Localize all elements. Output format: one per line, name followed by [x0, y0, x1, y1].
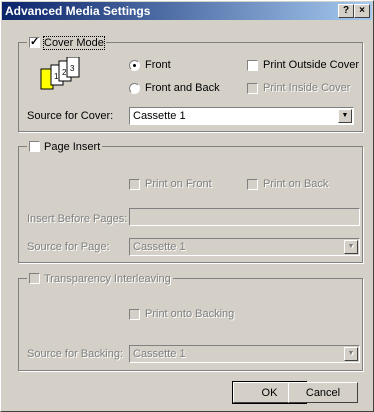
- source-for-backing-value: Cassette 1: [133, 348, 186, 360]
- page-number-3: 3: [70, 64, 75, 73]
- source-for-cover-select[interactable]: Cassette 1 ▼: [129, 107, 354, 125]
- print-on-back-checkbox[interactable]: Print on Back: [247, 177, 328, 191]
- source-for-cover-label: Source for Cover:: [27, 110, 114, 122]
- page-insert-legend[interactable]: Page Insert: [27, 140, 103, 153]
- print-inside-cover-checkbox[interactable]: Print Inside Cover: [247, 81, 350, 95]
- source-for-backing-select[interactable]: Cassette 1 ▼: [129, 345, 360, 363]
- print-on-front-label: Print on Front: [145, 178, 212, 190]
- cover-mode-checkbox[interactable]: [29, 35, 40, 48]
- page-insert-checkbox[interactable]: [29, 141, 40, 152]
- print-onto-backing-box[interactable]: [129, 308, 140, 320]
- chevron-down-icon[interactable]: ▼: [344, 347, 358, 361]
- transparency-interleaving-checkbox[interactable]: [29, 273, 40, 284]
- transparency-interleaving-label: Transparency Interleaving: [44, 272, 171, 285]
- print-outside-cover-label: Print Outside Cover: [263, 59, 359, 71]
- front-radio-button[interactable]: [129, 59, 140, 71]
- transparency-interleaving-legend[interactable]: Transparency Interleaving: [27, 272, 173, 285]
- print-on-front-box[interactable]: [129, 178, 140, 190]
- insert-before-pages-label: Insert Before Pages:: [27, 213, 128, 225]
- chevron-down-icon[interactable]: ▼: [344, 240, 358, 254]
- window-title: Advanced Media Settings: [5, 4, 151, 18]
- source-for-page-label: Source for Page:: [27, 241, 110, 253]
- front-and-back-radio-label: Front and Back: [145, 82, 220, 94]
- chevron-down-icon[interactable]: ▼: [338, 109, 352, 123]
- insert-before-pages-input[interactable]: [129, 208, 360, 226]
- cover-mode-group: Cover Mode 1 2 3 Front Front and Back Pr…: [18, 35, 363, 132]
- title-bar[interactable]: Advanced Media Settings ? ×: [2, 2, 372, 20]
- print-on-front-checkbox[interactable]: Print on Front: [129, 177, 212, 191]
- front-radio[interactable]: Front: [129, 58, 171, 72]
- page-insert-group: Page Insert Print on Front Print on Back…: [18, 140, 363, 263]
- cover-mode-legend[interactable]: Cover Mode: [27, 35, 106, 50]
- source-for-backing-label: Source for Backing:: [27, 348, 123, 360]
- front-and-back-radio-button[interactable]: [129, 82, 140, 94]
- ok-button-label: OK: [261, 386, 278, 399]
- dialog-window: Advanced Media Settings ? × Cover Mode 1…: [0, 0, 374, 412]
- print-inside-cover-label: Print Inside Cover: [263, 82, 351, 94]
- print-outside-cover-box[interactable]: [247, 59, 258, 71]
- print-on-back-label: Print on Back: [263, 178, 329, 190]
- page-number-1: 1: [54, 72, 59, 81]
- cancel-button[interactable]: Cancel: [288, 382, 358, 403]
- print-on-back-box[interactable]: [247, 178, 258, 190]
- transparency-interleaving-group: Transparency Interleaving Print onto Bac…: [18, 272, 363, 371]
- cover-mode-label: Cover Mode: [43, 35, 105, 50]
- help-button[interactable]: ?: [338, 4, 354, 18]
- front-and-back-radio[interactable]: Front and Back: [129, 81, 220, 95]
- print-onto-backing-checkbox[interactable]: Print onto Backing: [129, 307, 234, 321]
- cover-pages-icon: 1 2 3: [40, 57, 80, 90]
- source-for-page-value: Cassette 1: [133, 241, 186, 253]
- source-for-page-select[interactable]: Cassette 1 ▼: [129, 238, 360, 256]
- close-button[interactable]: ×: [354, 4, 370, 18]
- page-insert-label: Page Insert: [44, 140, 101, 153]
- print-onto-backing-label: Print onto Backing: [145, 308, 235, 320]
- front-radio-label: Front: [145, 59, 171, 71]
- print-outside-cover-checkbox[interactable]: Print Outside Cover: [247, 58, 359, 72]
- source-for-cover-value: Cassette 1: [133, 110, 186, 122]
- page-number-2: 2: [62, 68, 67, 77]
- print-inside-cover-box[interactable]: [247, 82, 258, 94]
- cancel-button-label: Cancel: [305, 386, 341, 399]
